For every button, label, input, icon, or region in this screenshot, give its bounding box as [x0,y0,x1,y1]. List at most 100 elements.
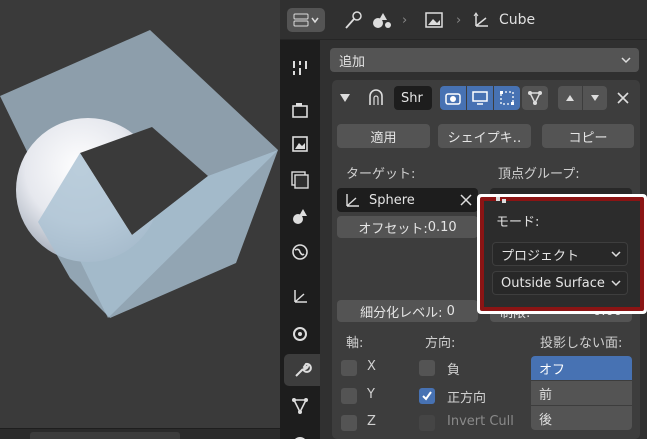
viewport-toggle[interactable] [467,86,493,110]
subdivision-levels-field[interactable]: 細分化レベル: 0 [337,300,478,322]
image-icon[interactable] [424,8,444,32]
invert-cull-label: Invert Cull [447,414,514,429]
wrap-method-dropdown[interactable]: プロジェクト [492,242,628,266]
shapekey-label: シェイプキ‥ [447,130,522,146]
apply-as-shapekey-button[interactable]: シェイプキ‥ [438,124,531,148]
viewport-footer [0,428,280,439]
highlight-frame: モード: プロジェクト Outside Surface [480,197,644,311]
tab-tool[interactable] [284,52,316,84]
cull-option-off[interactable]: オフ [531,356,632,380]
chevron-down-icon [611,280,621,287]
world-icon [292,244,308,260]
subdiv-label: 細分化レベル: [360,305,443,321]
cull-option-back[interactable]: 後 [531,406,632,430]
copy-label: コピー [568,130,608,146]
tab-material[interactable] [284,426,316,439]
axis-y-checkbox[interactable] [341,388,357,404]
breadcrumb-separator: › [402,12,408,28]
object-name: Cube [499,12,536,28]
tab-physics[interactable] [284,318,316,350]
tab-modifiers[interactable] [284,354,320,386]
subdiv-value: 0 [446,303,455,319]
wrap-mode-dropdown[interactable]: Outside Surface [492,271,628,295]
chevron-down-icon [621,57,631,64]
tab-data[interactable] [284,390,316,422]
negative-label: 負 [447,363,461,378]
3d-viewport[interactable] [0,0,280,439]
wrap-mode-popup: モード: プロジェクト Outside Surface [477,194,647,314]
scene-tools-icon[interactable] [369,8,393,32]
cull-option-front[interactable]: 前 [531,381,632,405]
direction-label: 方向: [425,336,456,351]
editcage-toggle[interactable] [494,86,520,110]
cull-faces-label: 投影しない面: [540,336,623,351]
tab-view-layer[interactable] [284,164,316,196]
add-modifier-dropdown[interactable]: 追加 [330,48,639,72]
vertex-group-icon [496,197,506,203]
wrench-icon [295,362,312,377]
mode-label: モード: [496,215,540,230]
tab-output[interactable] [284,128,316,160]
output-icon [292,136,308,152]
wrap-method-value: プロジェクト [501,248,580,264]
axis-x-label: X [367,359,376,374]
move-down-button[interactable] [583,86,607,110]
modifier-name: Shr [401,90,423,106]
properties-tabs [280,40,320,439]
checkmark-icon [422,391,432,401]
close-icon[interactable] [617,92,629,104]
vertex-triangle-icon [528,91,542,105]
view-layer-icon [291,171,309,189]
positive-checkbox[interactable] [419,388,435,404]
axis-x-checkbox[interactable] [341,360,357,376]
scene-icon [293,209,307,224]
shrinkwrap-icon [369,89,383,105]
negative-checkbox[interactable] [419,360,435,376]
viewport-hud [30,432,180,439]
mesh-data-icon [292,398,308,414]
axis-label: 軸: [346,336,364,351]
target-label: ターゲット: [346,167,416,182]
tab-object[interactable] [284,280,316,312]
apply-button[interactable]: 適用 [337,124,430,148]
object-axes-icon [346,194,359,207]
offset-field[interactable]: オフセット: 0.10 [337,216,478,238]
material-icon [295,437,305,439]
viewport-scene [0,30,278,318]
positive-label: 正方向 [447,391,487,406]
offset-value: 0.10 [427,219,457,235]
axis-z-label: Z [367,414,376,429]
physics-icon [293,327,307,341]
arrow-down-icon [591,95,599,101]
collapse-triangle-icon[interactable] [339,92,351,104]
pin-icon[interactable] [343,8,365,32]
target-value: Sphere [369,192,415,208]
invert-cull-checkbox[interactable] [419,415,435,431]
offset-label: オフセット: [358,221,428,237]
apply-label: 適用 [370,130,397,146]
tool-icon [293,61,307,75]
on-cage-toggle[interactable] [522,86,548,110]
copy-button[interactable]: コピー [542,124,634,148]
target-field[interactable]: Sphere [337,188,478,212]
move-up-button[interactable] [558,86,582,110]
breadcrumb-separator-2: › [456,12,462,28]
chevron-down-icon [611,251,621,258]
editor-type-button[interactable] [287,8,325,32]
object-icon [294,290,307,303]
axis-z-checkbox[interactable] [341,415,357,431]
edit-mode-toggle[interactable] [440,86,466,110]
tab-scene[interactable] [284,200,316,232]
monitor-icon [472,91,488,105]
editor-type-icon [293,13,309,27]
modifier-name-field[interactable]: Shr [394,86,432,110]
render-icon [292,103,308,118]
wrap-mode-value: Outside Surface [501,275,605,291]
properties-header: › › Cube [280,0,647,40]
tab-render[interactable] [284,94,316,126]
clear-icon[interactable] [460,194,472,206]
add-modifier-label: 追加 [339,54,366,70]
cull-back-label: 後 [539,412,553,428]
popup-body: モード: プロジェクト Outside Surface [484,197,640,307]
tab-world[interactable] [284,236,316,268]
